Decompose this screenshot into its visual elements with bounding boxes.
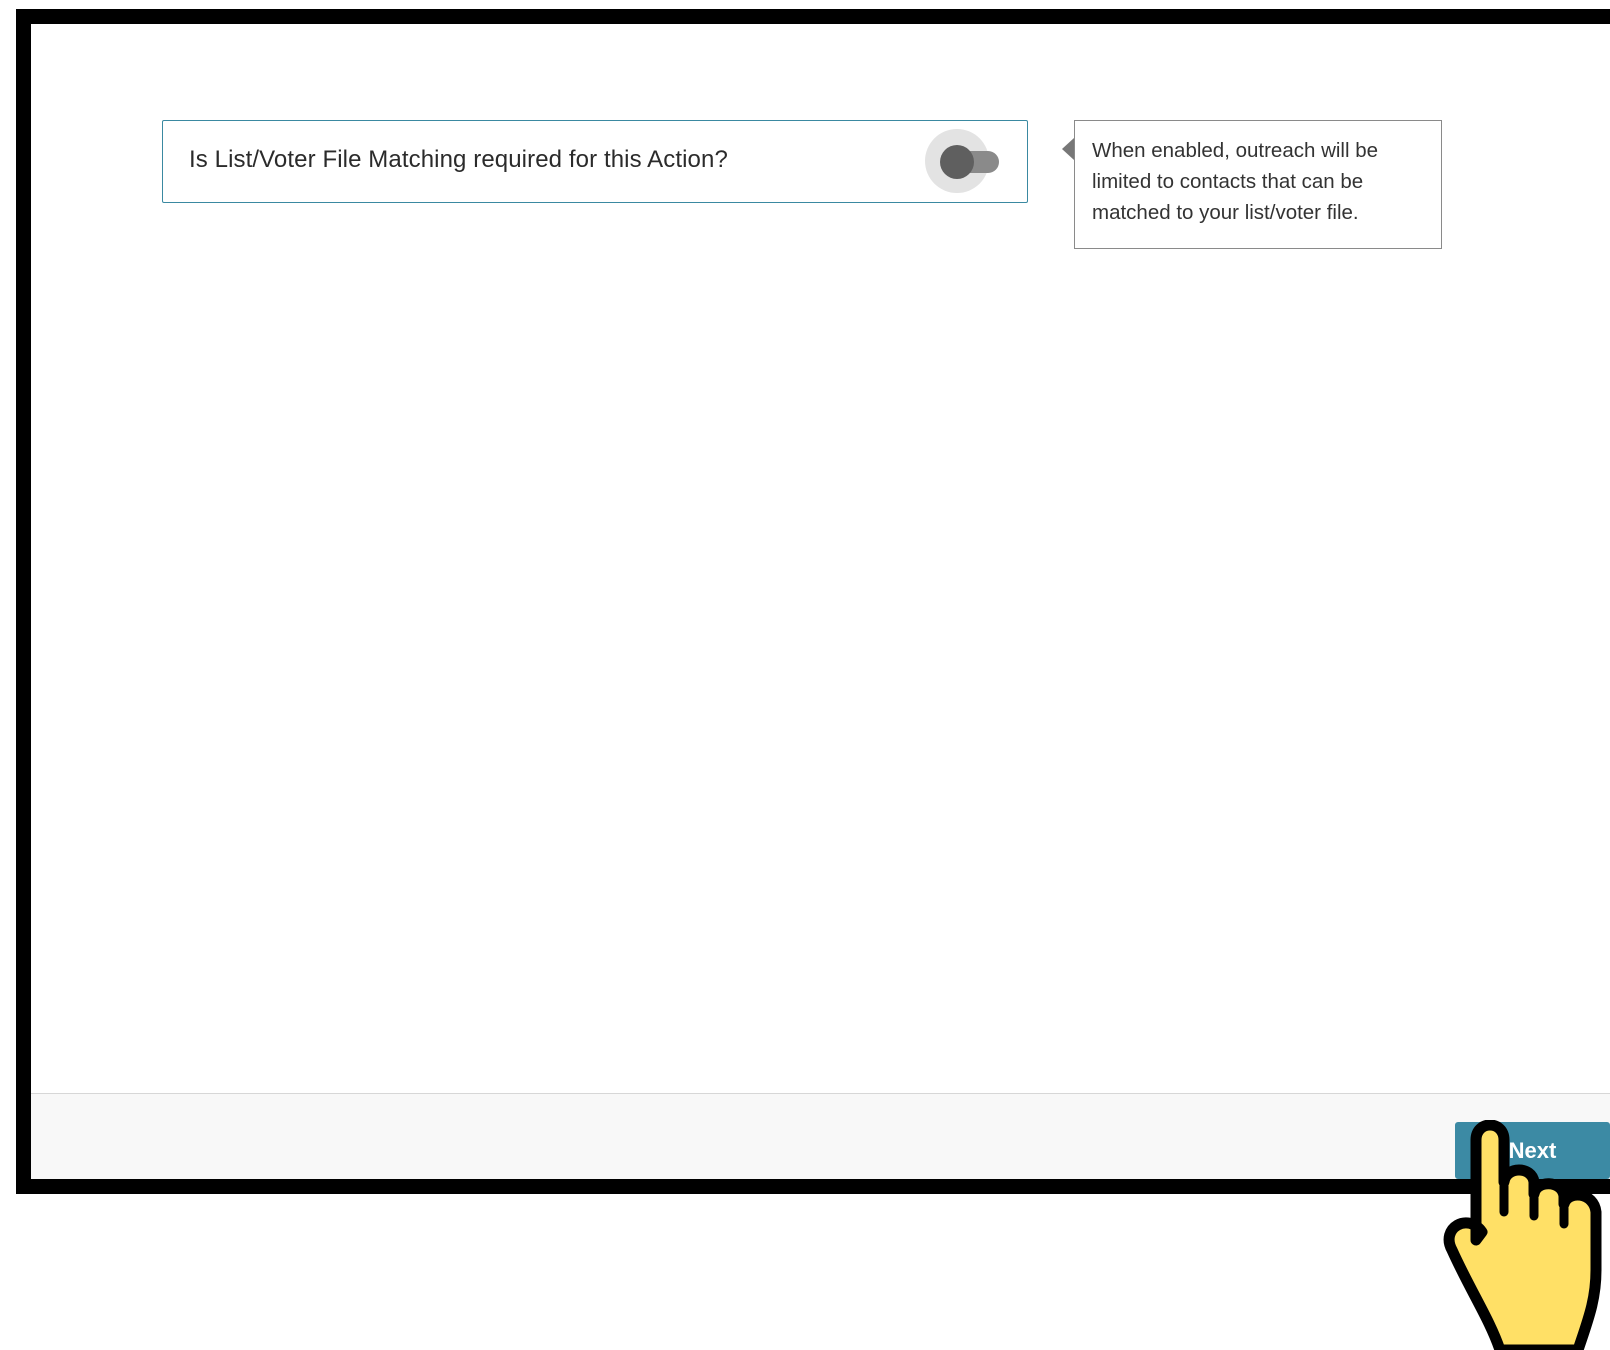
app-frame: Is List/Voter File Matching required for… [16,9,1610,1194]
help-tooltip: When enabled, outreach will be limited t… [1062,120,1442,249]
tooltip-arrow [1062,138,1074,160]
tooltip-text: When enabled, outreach will be limited t… [1092,139,1379,224]
pointing-hand-cursor-icon [1443,1120,1602,1350]
list-matching-toggle[interactable] [925,129,999,193]
footer-bar: Next [31,1093,1610,1179]
toggle-thumb [940,145,974,179]
question-label: Is List/Voter File Matching required for… [189,146,728,173]
list-matching-question-card: Is List/Voter File Matching required for… [162,120,1028,203]
